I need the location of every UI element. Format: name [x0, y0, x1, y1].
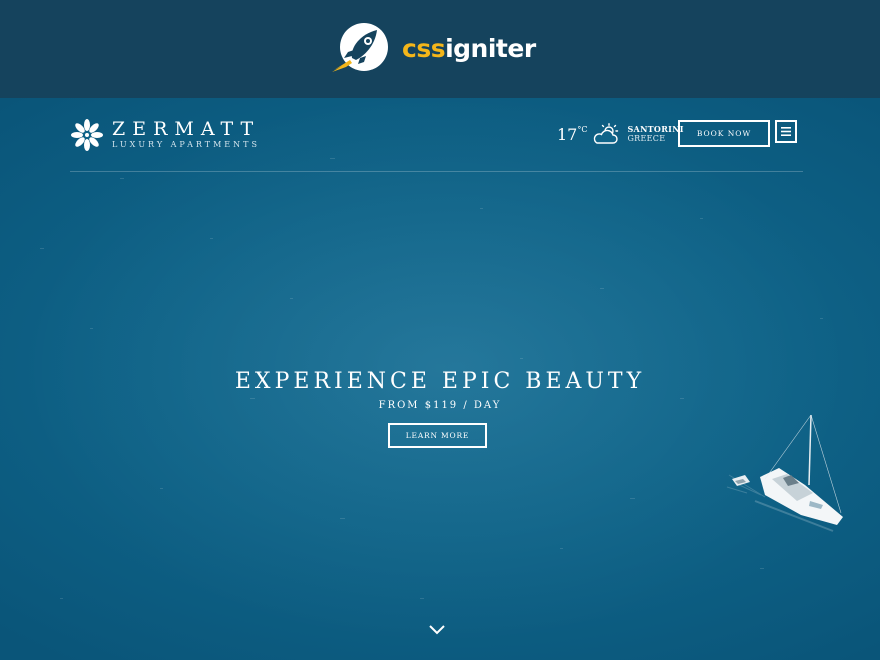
- site-title: ZERMATT: [112, 118, 261, 140]
- hero-price: FROM $119 / DAY: [378, 400, 502, 411]
- weather-location: SANTORINI GREECE: [627, 124, 683, 144]
- temperature-value: 17: [557, 124, 578, 144]
- brand-prefix: css: [402, 33, 446, 63]
- partly-cloudy-icon: [594, 123, 619, 144]
- header-divider: [70, 171, 803, 172]
- temperature: 17°C: [557, 124, 588, 144]
- learn-more-button[interactable]: LEARN MORE: [388, 423, 487, 448]
- menu-button[interactable]: [775, 120, 797, 143]
- sailboat-image: [726, 414, 843, 532]
- hero-headline: EXPERIENCE EPIC BEAUTY: [234, 369, 646, 394]
- site-name: ZERMATT LUXURY APARTMENTS: [112, 119, 260, 151]
- weather-city: SANTORINI: [627, 124, 684, 134]
- brand-wordmark: cssigniter: [402, 36, 536, 61]
- site-tagline: LUXURY APARTMENTS: [112, 140, 260, 149]
- weather-widget: 17°C SANTORINI GREECE: [557, 120, 684, 148]
- hamburger-icon: [781, 127, 791, 136]
- cssigniter-brand[interactable]: cssigniter: [330, 22, 536, 74]
- weather-country: GREECE: [627, 134, 666, 143]
- brand-suffix: igniter: [445, 33, 536, 63]
- book-now-button[interactable]: BOOK NOW: [678, 120, 770, 147]
- promo-bar: cssigniter: [0, 0, 880, 98]
- rocket-icon: [332, 23, 388, 72]
- chevron-down-icon[interactable]: [428, 624, 446, 635]
- temperature-unit: °C: [577, 124, 588, 134]
- site-logo[interactable]: ZERMATT LUXURY APARTMENTS: [70, 118, 260, 152]
- hero-section: ZERMATT LUXURY APARTMENTS 17°C SANTORINI…: [0, 98, 880, 660]
- flower-icon: [71, 119, 103, 151]
